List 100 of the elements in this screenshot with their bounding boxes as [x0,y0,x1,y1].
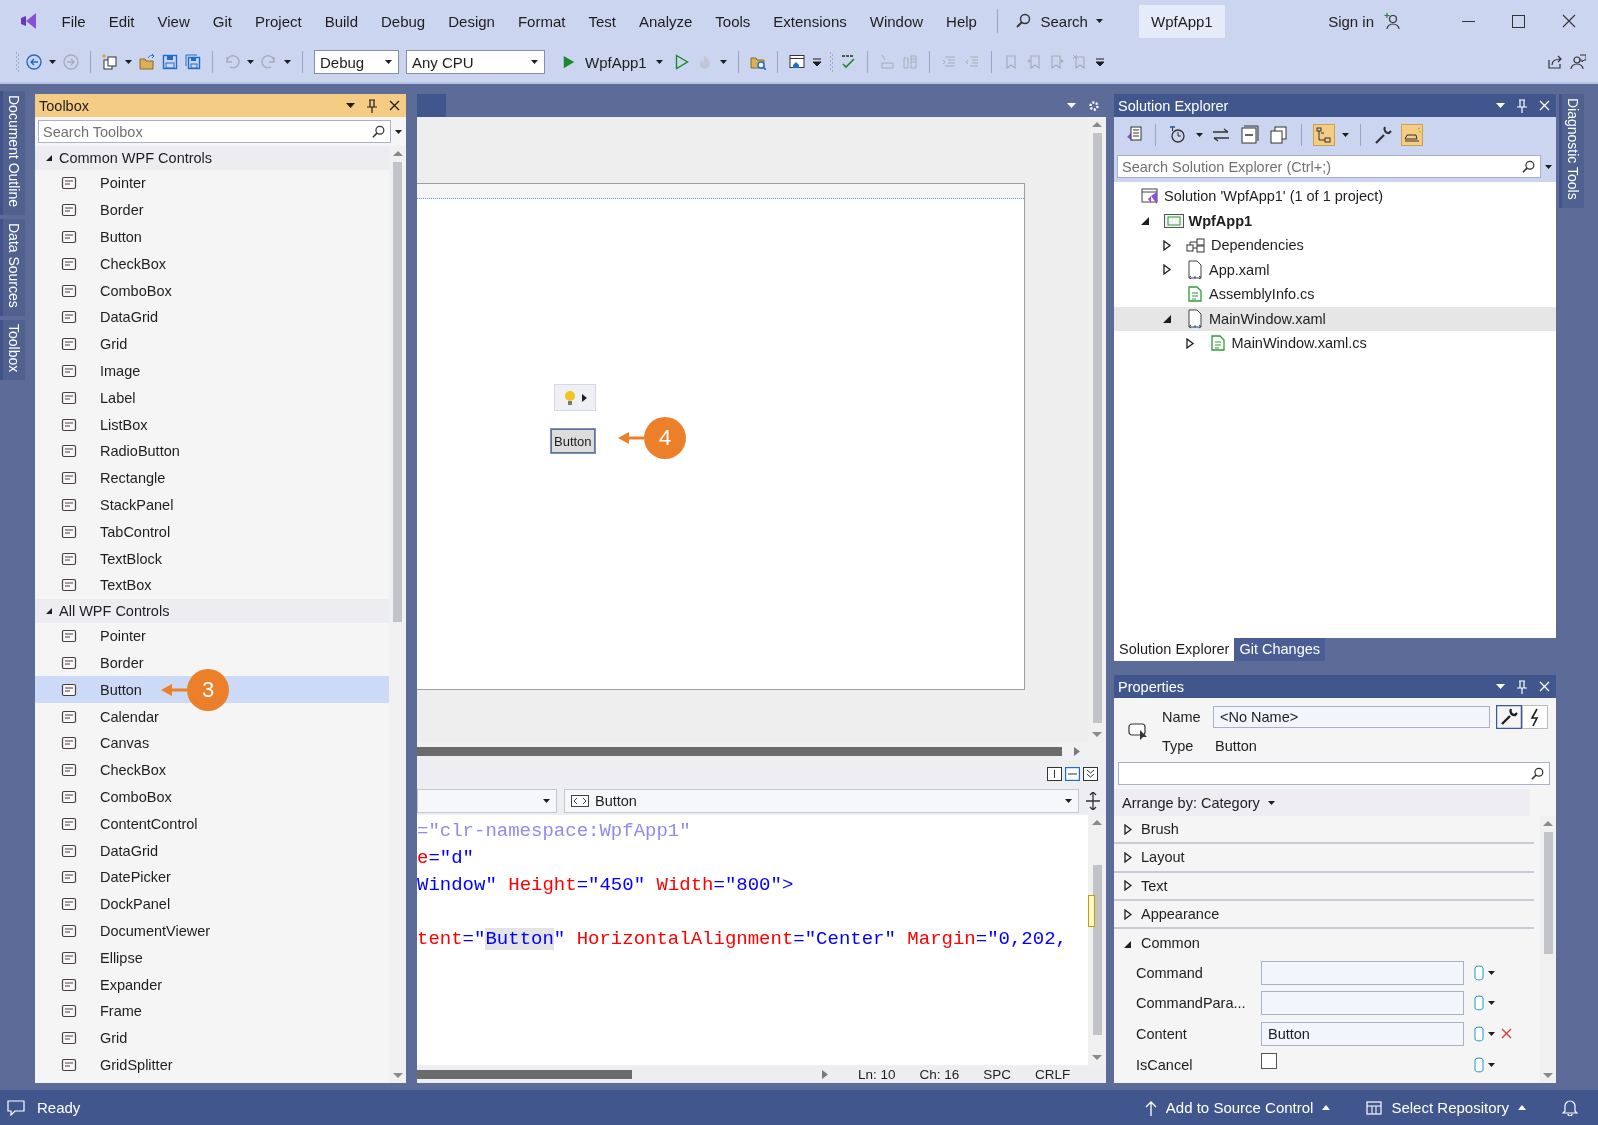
horizontal-split-icon[interactable] [1065,766,1080,781]
toolbox-item[interactable]: Grid [35,330,389,358]
toolbox-item[interactable]: Button [35,223,389,251]
toolbox-item[interactable]: DataGrid [35,304,389,331]
menu-item[interactable]: Tools [703,8,762,34]
tree-item[interactable]: Solution 'WpfApp1' (1 of 1 project) [1114,184,1556,209]
group-header[interactable]: Common WPF Controls [35,146,389,170]
maximize-icon[interactable] [1512,14,1525,28]
toolbox-item[interactable]: Pointer [35,622,389,650]
caret-icon[interactable] [247,60,254,64]
toolbox-item[interactable]: Image [35,357,389,385]
browser-icon[interactable] [788,54,805,70]
scroll-right-icon[interactable] [822,1069,828,1079]
expander-icon[interactable] [1163,239,1172,251]
open-folder-icon[interactable] [139,54,155,70]
overflow-icon[interactable] [811,57,822,67]
toolbox-item[interactable]: TabControl [35,518,389,546]
side-tab[interactable]: Diagnostic Tools [1559,94,1584,208]
toolbox-item[interactable]: Expander [35,971,389,998]
toolbox-item[interactable]: TextBox [35,571,389,599]
reset-icon[interactable] [1501,1028,1512,1040]
toolbox-item[interactable]: ComboBox [35,277,389,304]
toolbox-item[interactable]: StackPanel [35,491,389,519]
checkbox[interactable] [1261,1052,1277,1069]
menu-item[interactable]: Git [201,8,244,34]
play-outline-icon[interactable] [673,54,690,70]
toolbox-item[interactable]: Rectangle [35,464,389,492]
account-icon[interactable] [1384,12,1402,30]
events-view-icon[interactable] [1522,704,1548,729]
menu-item[interactable]: View [146,8,202,34]
vertical-split-icon[interactable] [1047,766,1062,781]
binding-menu-button[interactable] [1474,1025,1495,1042]
collapse-all-icon[interactable] [1239,124,1261,146]
quick-actions-button[interactable] [554,384,596,411]
collapse-pane-icon[interactable] [1083,766,1098,781]
start-button[interactable]: WpfApp1 [558,53,667,71]
dropdown-icon[interactable] [1496,103,1505,108]
expander-icon[interactable] [1185,337,1195,349]
tree-item[interactable]: MainWindow.xaml [1114,306,1556,331]
toolbox-item[interactable]: DataGrid [35,837,389,864]
toolbox-item[interactable]: Canvas [35,729,389,757]
property-field[interactable]: Button [1261,1021,1464,1046]
toolbox-item[interactable]: Frame [35,997,389,1025]
expander-icon[interactable] [1140,215,1150,227]
category-header[interactable]: Text [1114,872,1534,901]
side-tab[interactable]: Document Outline [0,91,25,216]
configuration-dropdown[interactable]: Debug [314,50,399,74]
toolbox-item[interactable]: DatePicker [35,863,389,891]
menu-item[interactable]: Build [313,8,370,34]
toolbox-item[interactable]: Ellipse [35,944,389,972]
toolbox-item[interactable]: ListBox [35,411,389,438]
copy-icon[interactable] [1268,124,1290,146]
expander-icon[interactable] [1163,313,1172,325]
menu-item[interactable]: Analyze [627,8,704,34]
caret-icon[interactable] [49,60,56,64]
tree-item[interactable]: AssemblyInfo.cs [1114,282,1556,307]
properties-view-icon[interactable] [1496,704,1522,729]
dropdown-icon[interactable] [346,103,355,108]
menu-item[interactable]: Debug [369,8,437,34]
splitter-icon[interactable] [1086,792,1100,810]
element-dropdown[interactable]: Button [564,789,1079,813]
feedback-icon[interactable] [1570,54,1586,70]
category-header[interactable]: Common [1114,929,1534,958]
category-header[interactable]: Layout [1114,844,1534,873]
close-icon[interactable] [389,100,400,111]
scrollbar[interactable] [417,1069,632,1079]
category-header[interactable]: Appearance [1114,900,1534,930]
tree-item[interactable]: MainWindow.xaml.cs [1114,331,1556,356]
menu-item[interactable]: Format [506,8,577,34]
menu-item[interactable]: Extensions [761,8,859,34]
name-field[interactable]: <No Name> [1213,705,1490,728]
tree-item[interactable]: WpfApp1 [1114,208,1556,233]
caret-icon[interactable] [1196,133,1203,137]
scrollbar[interactable] [389,146,406,1083]
toolbox-item[interactable]: CheckBox [35,756,389,784]
tree-item[interactable]: App.xaml [1114,257,1556,282]
caret-icon[interactable] [1342,133,1349,137]
search-input[interactable]: Search Toolbox [43,123,372,140]
expander-icon[interactable] [1163,264,1172,276]
share-icon[interactable] [1547,54,1563,70]
folder-search-icon[interactable] [749,54,766,70]
new-project-icon[interactable] [102,54,118,70]
design-button[interactable]: Button [551,429,595,453]
toolbox-item[interactable]: Border [35,196,389,224]
toolbox-item[interactable]: TextBlock [35,545,389,572]
caret-icon[interactable] [125,60,132,64]
overflow-icon[interactable] [1094,57,1105,67]
menu-item[interactable]: Window [858,8,935,34]
toolbox-item[interactable]: Grid [35,1024,389,1052]
search-field[interactable]: Search Toolbox [38,120,391,143]
tree-item[interactable]: Dependencies [1114,233,1556,258]
scrollbar[interactable] [1540,816,1556,1083]
caret-icon[interactable] [284,60,291,64]
dropdown-icon[interactable] [1496,684,1505,689]
dropdown-icon[interactable] [395,129,402,134]
toolbox-item[interactable]: ComboBox [35,783,389,811]
line-ending-indicator[interactable]: CRLF [1035,1066,1071,1082]
toolbox-item[interactable]: GridSplitter [35,1051,389,1079]
source-control-button[interactable]: Add to Source Control [1144,1099,1331,1116]
search-button[interactable]: Search [1010,8,1109,34]
